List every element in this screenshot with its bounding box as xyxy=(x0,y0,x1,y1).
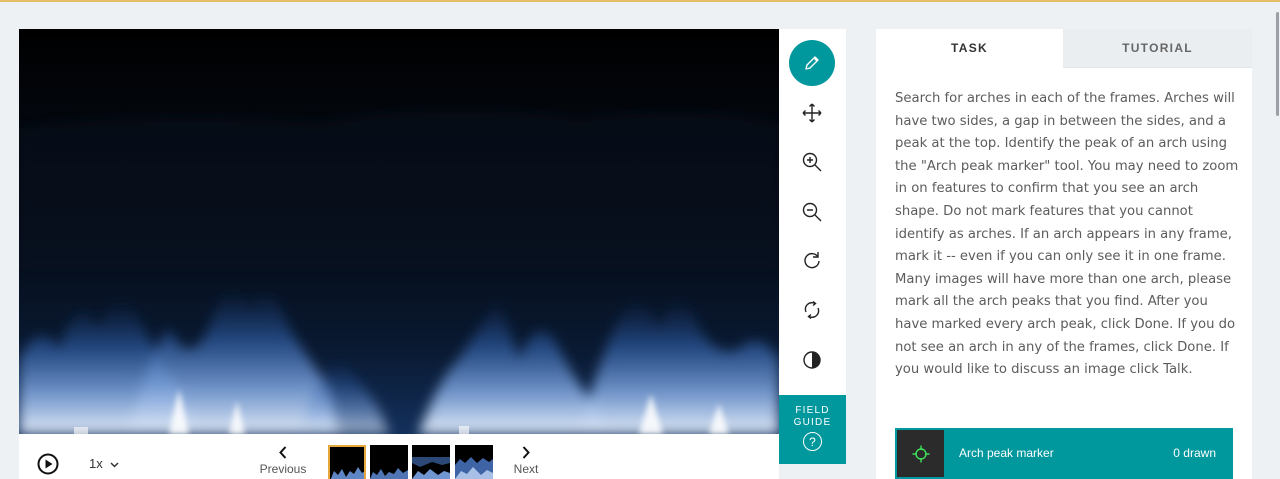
crosshair-icon xyxy=(912,445,929,462)
playback-speed-select[interactable]: 1x xyxy=(89,456,119,471)
arch-peak-marker-tool[interactable]: Arch peak marker 0 drawn xyxy=(895,428,1233,479)
reset-icon xyxy=(804,300,820,320)
reset-image-button[interactable] xyxy=(789,287,835,333)
panel-tabs: TASK TUTORIAL xyxy=(876,29,1252,68)
top-accent-bar xyxy=(0,0,1280,2)
rotate-icon xyxy=(804,252,820,269)
tool-label: Arch peak marker xyxy=(959,446,1054,460)
move-arrows-icon xyxy=(802,103,822,123)
frame-thumbnail-4[interactable] xyxy=(455,445,493,479)
tool-icon-box xyxy=(897,430,944,477)
chevron-down-icon xyxy=(110,462,119,468)
zoom-out-button[interactable] xyxy=(789,189,835,235)
rotate-button[interactable] xyxy=(789,237,835,283)
zoom-out-icon xyxy=(802,202,822,222)
drawn-count: 0 drawn xyxy=(1173,446,1216,460)
play-button[interactable] xyxy=(37,453,59,479)
pencil-icon xyxy=(805,56,819,70)
speed-value: 1x xyxy=(89,456,103,471)
frame-thumbnail-image xyxy=(412,445,450,479)
task-panel: TASK TUTORIAL Search for arches in each … xyxy=(876,29,1252,479)
zoom-in-icon xyxy=(802,152,822,172)
tab-tutorial[interactable]: TUTORIAL xyxy=(1063,29,1252,68)
play-icon xyxy=(37,453,59,475)
help-icon: ? xyxy=(803,432,822,451)
previous-frame-button[interactable]: Previous xyxy=(255,444,311,476)
field-guide-button[interactable]: FIELD GUIDE ? xyxy=(779,395,846,464)
page-scrollbar[interactable] xyxy=(1276,12,1279,116)
chevron-left-icon xyxy=(279,446,287,459)
tab-task[interactable]: TASK xyxy=(876,29,1063,68)
invert-contrast-button[interactable] xyxy=(789,337,835,383)
zoom-in-button[interactable] xyxy=(789,139,835,185)
move-tool-button[interactable] xyxy=(789,90,835,136)
next-label: Next xyxy=(513,462,539,476)
task-instructions: Search for arches in each of the frames.… xyxy=(895,91,1239,378)
frame-thumbnail-3[interactable] xyxy=(412,445,450,479)
frame-thumbnail-1[interactable] xyxy=(328,445,366,479)
field-guide-label: FIELD GUIDE xyxy=(793,405,832,428)
frame-controls: 1x Previous Next xyxy=(19,434,779,479)
subject-image-viewer[interactable] xyxy=(19,29,779,434)
next-frame-button[interactable]: Next xyxy=(506,444,546,476)
chevron-right-icon xyxy=(522,446,530,459)
frame-thumbnail-image xyxy=(370,445,408,479)
draw-tool-button[interactable] xyxy=(789,40,835,86)
radar-echogram-image xyxy=(19,29,779,434)
frame-thumbnail-image xyxy=(330,447,364,479)
frame-thumbnail-image xyxy=(455,445,493,479)
previous-label: Previous xyxy=(259,462,307,476)
frame-thumbnail-2[interactable] xyxy=(370,445,408,479)
invert-contrast-icon xyxy=(803,351,821,369)
image-toolbar xyxy=(779,29,846,395)
